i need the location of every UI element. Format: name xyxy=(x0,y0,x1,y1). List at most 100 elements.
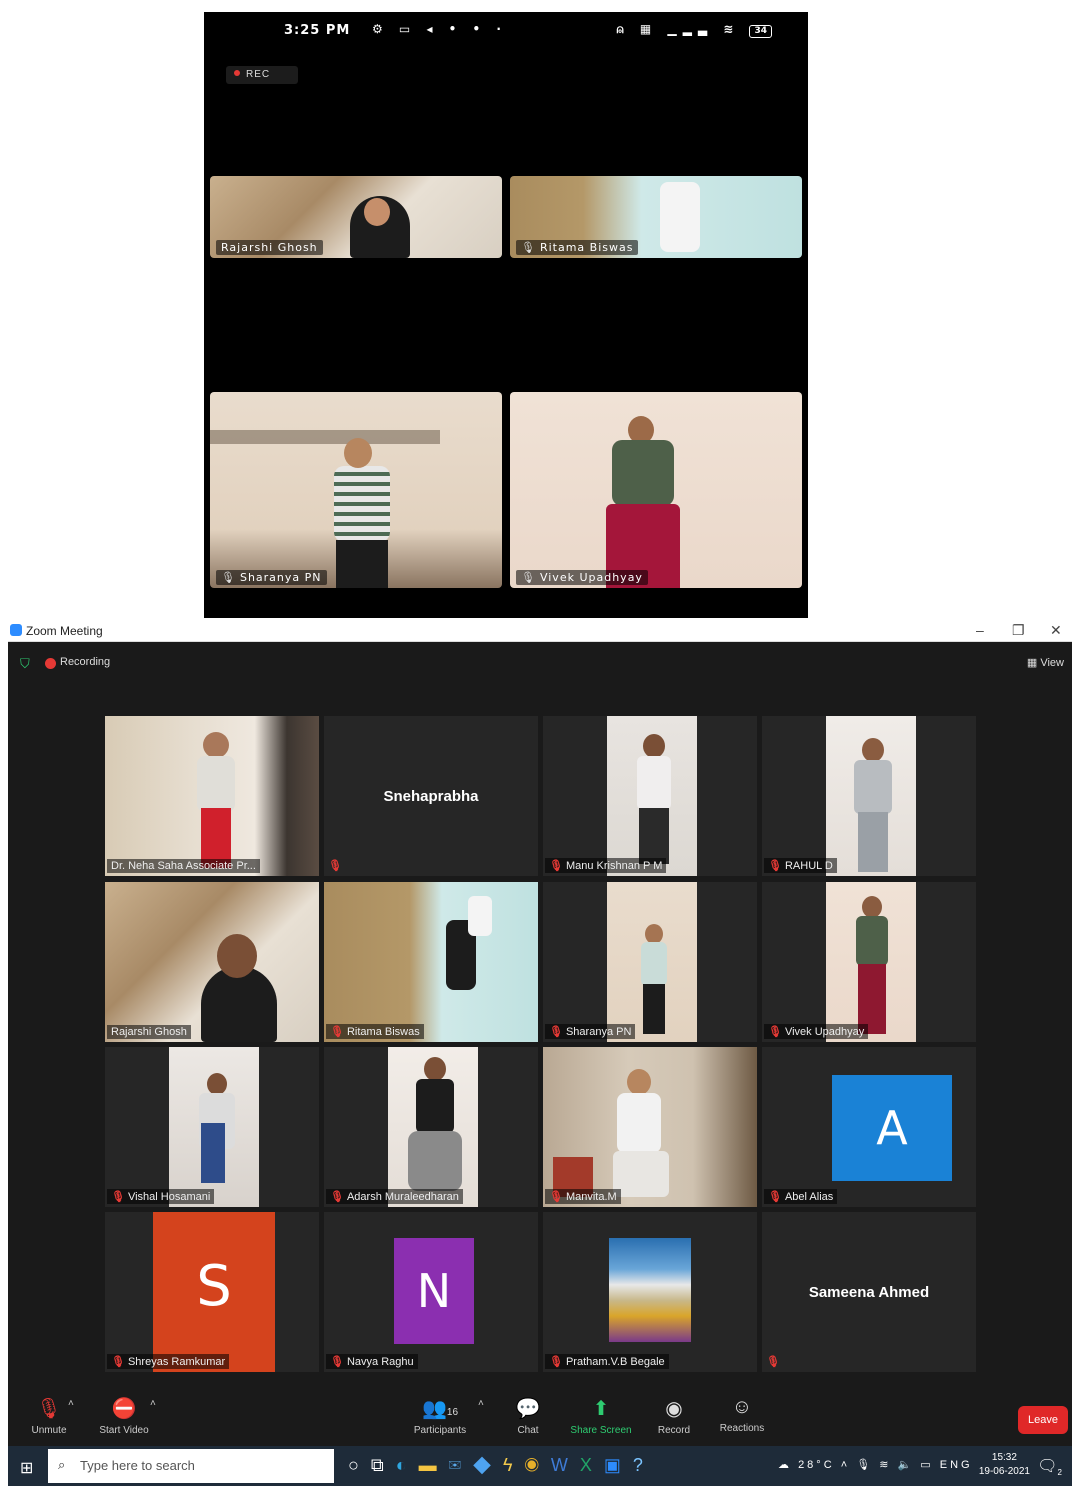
chevron-up-icon: ˄ xyxy=(68,1398,74,1409)
video-options-chevron[interactable]: ˄ xyxy=(150,1398,156,1409)
notification-icon[interactable]: 🗨2 xyxy=(1037,1456,1062,1477)
speaker-icon[interactable]: 🔈 xyxy=(898,1459,915,1471)
excel-icon[interactable]: X xyxy=(580,1455,604,1475)
grid-icon: ▦ xyxy=(1026,657,1041,669)
muted-mic-icon: 🎙 xyxy=(328,860,342,872)
meeting-topbar: ⛉ Recording ▦ View xyxy=(8,644,1072,684)
chevron-up-icon: ˄ xyxy=(150,1398,156,1409)
muted-mic-icon: 🎙 xyxy=(330,1356,344,1368)
share-screen-button[interactable]: ⬆ Share Screen xyxy=(566,1396,636,1436)
close-icon[interactable]: ✕ xyxy=(1050,622,1062,639)
recording-icon[interactable] xyxy=(45,658,56,669)
phone-tile-label: 🎙 Ritama Biswas xyxy=(516,240,639,255)
muted-mic-icon: 🎙 xyxy=(768,1026,782,1038)
language-indicator[interactable]: ENG xyxy=(940,1459,973,1471)
weather-icon: ☁ xyxy=(778,1459,792,1471)
participant-tile[interactable]: 🎙 Manvita.M xyxy=(543,1047,757,1207)
participant-name: 🎙 Manvita.M xyxy=(545,1189,621,1204)
chevron-up-icon[interactable]: ˄ xyxy=(841,1459,850,1471)
muted-mic-icon: 🎙 xyxy=(111,1356,125,1368)
file-explorer-icon[interactable]: ▬ xyxy=(419,1455,449,1475)
phone-tile-rajarshi[interactable]: Rajarshi Ghosh xyxy=(210,176,502,258)
record-icon: ◉ xyxy=(665,1398,683,1420)
participant-tile[interactable]: Snehaprabha 🎙 xyxy=(324,716,538,876)
rec-indicator: REC xyxy=(226,66,298,84)
edge-icon[interactable]: ◐ xyxy=(396,1455,419,1475)
muted-mic-icon: 🎙 xyxy=(330,1191,344,1203)
minimize-icon[interactable]: – xyxy=(976,622,984,638)
status-icons-left: ⚙ ▭ ◂ • • · xyxy=(372,22,507,36)
windows-start-icon[interactable]: ⊞ xyxy=(20,1458,33,1478)
notification-count: 2 xyxy=(1057,1468,1062,1478)
participant-tile[interactable]: 🎙 Manu Krishnan P M xyxy=(543,716,757,876)
muted-mic-icon: 🎙 xyxy=(549,1356,563,1368)
share-screen-icon: ⬆ xyxy=(592,1398,610,1420)
shield-icon[interactable]: ⛉ xyxy=(20,656,30,672)
participant-tile[interactable]: S 🎙 Shreyas Ramkumar xyxy=(105,1212,319,1372)
chrome-icon[interactable]: ◉ xyxy=(525,1455,551,1475)
participant-tile[interactable]: 🎙 Vivek Upadhyay xyxy=(762,882,976,1042)
mic-icon: 🎙 xyxy=(221,571,236,584)
participant-name: 🎙 Pratham.V.B Begale xyxy=(545,1354,669,1369)
muted-mic-icon: 🎙 xyxy=(768,1191,782,1203)
rec-dot-icon xyxy=(234,70,240,76)
help-icon[interactable]: ? xyxy=(633,1455,655,1475)
participant-tile[interactable]: N 🎙 Navya Raghu xyxy=(324,1212,538,1372)
phone-tile-ritama[interactable]: 🎙 Ritama Biswas xyxy=(510,176,802,258)
participant-tile[interactable]: Sameena Ahmed 🎙 xyxy=(762,1212,976,1372)
participant-tile[interactable]: 🎙 RAHUL D xyxy=(762,716,976,876)
taskbar-clock[interactable]: 15:32 19-06-2021 xyxy=(979,1451,1030,1479)
phone-tile-sharanya[interactable]: 🎙 Sharanya PN xyxy=(210,392,502,588)
participant-tile[interactable]: A 🎙 Abel Alias xyxy=(762,1047,976,1207)
wifi-icon[interactable]: ≋ xyxy=(879,1459,891,1471)
weather-temp: 28°C xyxy=(798,1459,835,1471)
start-video-button[interactable]: ⛔ Start Video xyxy=(94,1396,154,1436)
participant-tile[interactable]: 🎙 Vishal Hosamani xyxy=(105,1047,319,1207)
leave-button[interactable]: Leave xyxy=(1018,1406,1068,1434)
participant-tile[interactable]: Rajarshi Ghosh xyxy=(105,882,319,1042)
taskbar-search-input[interactable]: ⌕ Type here to search xyxy=(48,1449,334,1483)
clock-date: 19-06-2021 xyxy=(978,1466,1030,1477)
cortana-icon[interactable]: ○ xyxy=(348,1455,371,1475)
participant-name: 🎙 Navya Raghu xyxy=(326,1354,418,1369)
restore-icon[interactable]: ❐ xyxy=(1012,622,1025,639)
participant-name: 🎙 Shreyas Ramkumar xyxy=(107,1354,230,1369)
chat-button[interactable]: 💬 Chat xyxy=(510,1396,546,1436)
dropbox-icon[interactable]: ◆ xyxy=(473,1455,503,1475)
meeting-toolbar: 🎙 Unmute ˄ ⛔ Start Video ˄ 👥16 Participants… xyxy=(8,1380,1072,1446)
reactions-button[interactable]: ☺ Reactions xyxy=(716,1396,768,1434)
participant-tile[interactable]: 🎙 Adarsh Muraleedharan xyxy=(324,1047,538,1207)
zoom-window: Zoom Meeting – ❐ ✕ ⛉ Recording ▦ View Dr… xyxy=(8,620,1072,1486)
rec-label: REC xyxy=(246,69,271,80)
view-button[interactable]: ▦ View xyxy=(1027,656,1064,669)
muted-mic-icon: 🎙 xyxy=(549,1026,563,1038)
phone-tile-label: Rajarshi Ghosh xyxy=(216,240,323,255)
monitor-icon: ▭ xyxy=(920,1459,934,1471)
profile-picture xyxy=(609,1238,691,1342)
audio-options-chevron[interactable]: ˄ xyxy=(68,1398,74,1409)
participant-name: 🎙 Abel Alias xyxy=(764,1189,838,1204)
participant-name: 🎙 Ritama Biswas xyxy=(326,1024,424,1039)
app-icon[interactable]: ϟ xyxy=(503,1455,525,1475)
record-button[interactable]: ◉ Record xyxy=(654,1396,694,1436)
word-icon[interactable]: W xyxy=(551,1455,580,1475)
zoom-taskbar-icon[interactable]: ▣ xyxy=(604,1455,633,1475)
participant-tile[interactable]: 🎙 Ritama Biswas xyxy=(324,882,538,1042)
system-tray: ☁ 28°C ˄ 🎙 ≋ 🔈 ▭ ENG xyxy=(778,1458,973,1471)
participant-tile[interactable]: Dr. Neha Saha Associate Pr... xyxy=(105,716,319,876)
phone-tile-vivek[interactable]: 🎙 Vivek Upadhyay xyxy=(510,392,802,588)
participants-options-chevron[interactable]: ˄ xyxy=(478,1398,484,1409)
mic-icon: 🎙 xyxy=(521,571,536,584)
recording-label: Recording xyxy=(60,656,111,668)
participants-button[interactable]: 👥16 Participants xyxy=(408,1396,472,1436)
mail-icon[interactable]: ✉ xyxy=(449,1455,473,1475)
participant-tile[interactable]: 🎙 Pratham.V.B Begale xyxy=(543,1212,757,1372)
mic-icon: 🎙 xyxy=(856,1459,874,1471)
task-view-icon[interactable]: ⧉ xyxy=(371,1455,396,1475)
taskbar-apps[interactable]: ○⧉◐▬✉◆ϟ◉WX▣? xyxy=(348,1455,655,1476)
participant-tile[interactable]: 🎙 Sharanya PN xyxy=(543,882,757,1042)
unmute-button[interactable]: 🎙 Unmute xyxy=(26,1396,72,1436)
muted-mic-icon: 🎙 xyxy=(766,1356,780,1368)
phone-status-bar: 3:25 PM ⚙ ▭ ◂ • • · ⍝ ▦ ▁▂▃ ≋ 34 xyxy=(204,20,808,42)
avatar: S xyxy=(153,1212,275,1372)
